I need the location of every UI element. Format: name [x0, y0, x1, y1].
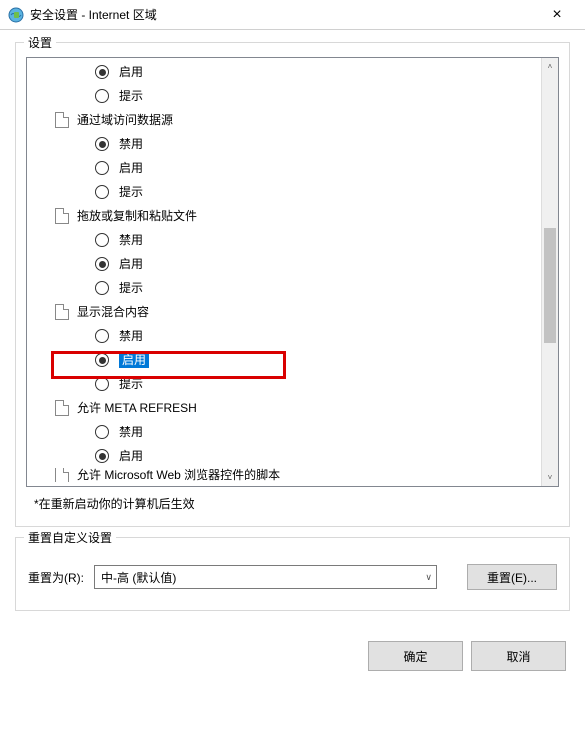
radio-icon[interactable]: [95, 137, 109, 151]
scroll-up-arrow[interactable]: ˄: [542, 58, 558, 75]
vertical-scrollbar[interactable]: ˄ ˅: [541, 58, 558, 486]
tree-radio-item[interactable]: 启用: [27, 60, 541, 84]
combo-value: 中-高 (默认值): [101, 569, 176, 586]
radio-icon[interactable]: [95, 65, 109, 79]
radio-icon[interactable]: [95, 425, 109, 439]
security-icon: [8, 7, 24, 23]
dialog-footer: 确定 取消: [15, 641, 570, 671]
tree-radio-item[interactable]: 启用: [27, 348, 541, 372]
dialog-content: 设置 启用提示通过域访问数据源禁用启用提示拖放或复制和粘贴文件禁用启用提示显示混…: [0, 30, 585, 686]
tree-radio-item[interactable]: 提示: [27, 180, 541, 204]
tree-group: 显示混合内容: [27, 300, 541, 324]
tree-radio-label: 启用: [119, 60, 143, 84]
tree-radio-label: 启用: [119, 156, 143, 180]
tree-radio-item[interactable]: 启用: [27, 156, 541, 180]
tree-radio-label: 提示: [119, 84, 143, 108]
radio-icon[interactable]: [95, 233, 109, 247]
tree-group: 拖放或复制和粘贴文件: [27, 204, 541, 228]
window-title: 安全设置 - Internet 区域: [30, 6, 537, 23]
tree-group-label: 显示混合内容: [77, 300, 149, 324]
scroll-thumb[interactable]: [544, 228, 556, 343]
file-icon: [55, 112, 69, 128]
restart-note: *在重新启动你的计算机后生效: [34, 495, 559, 512]
tree-radio-label: 禁用: [119, 324, 143, 348]
reset-legend: 重置自定义设置: [24, 529, 116, 546]
file-icon: [55, 304, 69, 320]
radio-icon[interactable]: [95, 185, 109, 199]
tree-radio-item[interactable]: 禁用: [27, 132, 541, 156]
file-icon: [55, 468, 69, 482]
reset-to-label: 重置为(R):: [28, 569, 84, 586]
reset-button[interactable]: 重置(E)...: [467, 564, 557, 590]
ok-button[interactable]: 确定: [368, 641, 463, 671]
radio-icon[interactable]: [95, 89, 109, 103]
tree-group-label: 拖放或复制和粘贴文件: [77, 204, 197, 228]
tree-radio-label: 提示: [119, 372, 143, 396]
tree-group-label: 通过域访问数据源: [77, 108, 173, 132]
radio-icon[interactable]: [95, 449, 109, 463]
tree-radio-item[interactable]: 禁用: [27, 228, 541, 252]
tree-group-label: 允许 Microsoft Web 浏览器控件的脚本: [77, 468, 280, 482]
tree-group-label: 允许 META REFRESH: [77, 396, 197, 420]
chevron-down-icon: ∨: [425, 572, 432, 583]
tree-group-cutoff: 允许 Microsoft Web 浏览器控件的脚本: [27, 468, 541, 482]
radio-icon[interactable]: [95, 329, 109, 343]
titlebar: 安全设置 - Internet 区域 ×: [0, 0, 585, 30]
scroll-down-arrow[interactable]: ˅: [542, 469, 558, 486]
radio-icon[interactable]: [95, 281, 109, 295]
tree-radio-item[interactable]: 禁用: [27, 420, 541, 444]
file-icon: [55, 208, 69, 224]
reset-fieldset: 重置自定义设置 重置为(R): 中-高 (默认值) ∨ 重置(E)...: [15, 537, 570, 611]
radio-icon[interactable]: [95, 161, 109, 175]
tree-radio-label: 提示: [119, 180, 143, 204]
tree-group: 允许 META REFRESH: [27, 396, 541, 420]
tree-radio-label: 禁用: [119, 228, 143, 252]
settings-tree-container: 启用提示通过域访问数据源禁用启用提示拖放或复制和粘贴文件禁用启用提示显示混合内容…: [26, 57, 559, 487]
tree-radio-item[interactable]: 提示: [27, 276, 541, 300]
tree-radio-item[interactable]: 禁用: [27, 324, 541, 348]
tree-radio-label: 启用: [119, 348, 149, 372]
radio-icon[interactable]: [95, 353, 109, 367]
settings-tree[interactable]: 启用提示通过域访问数据源禁用启用提示拖放或复制和粘贴文件禁用启用提示显示混合内容…: [27, 58, 541, 484]
radio-icon[interactable]: [95, 257, 109, 271]
tree-radio-item[interactable]: 提示: [27, 84, 541, 108]
tree-radio-label: 禁用: [119, 132, 143, 156]
settings-legend: 设置: [24, 34, 56, 51]
tree-group: 通过域访问数据源: [27, 108, 541, 132]
tree-radio-item[interactable]: 提示: [27, 372, 541, 396]
file-icon: [55, 400, 69, 416]
tree-radio-label: 启用: [119, 252, 143, 276]
reset-level-combo[interactable]: 中-高 (默认值) ∨: [94, 565, 437, 589]
tree-radio-label: 提示: [119, 276, 143, 300]
cancel-button[interactable]: 取消: [471, 641, 566, 671]
settings-fieldset: 设置 启用提示通过域访问数据源禁用启用提示拖放或复制和粘贴文件禁用启用提示显示混…: [15, 42, 570, 527]
radio-icon[interactable]: [95, 377, 109, 391]
tree-radio-label: 禁用: [119, 420, 143, 444]
close-button[interactable]: ×: [537, 0, 577, 30]
tree-radio-item[interactable]: 启用: [27, 444, 541, 468]
tree-radio-item[interactable]: 启用: [27, 252, 541, 276]
tree-radio-label: 启用: [119, 444, 143, 468]
